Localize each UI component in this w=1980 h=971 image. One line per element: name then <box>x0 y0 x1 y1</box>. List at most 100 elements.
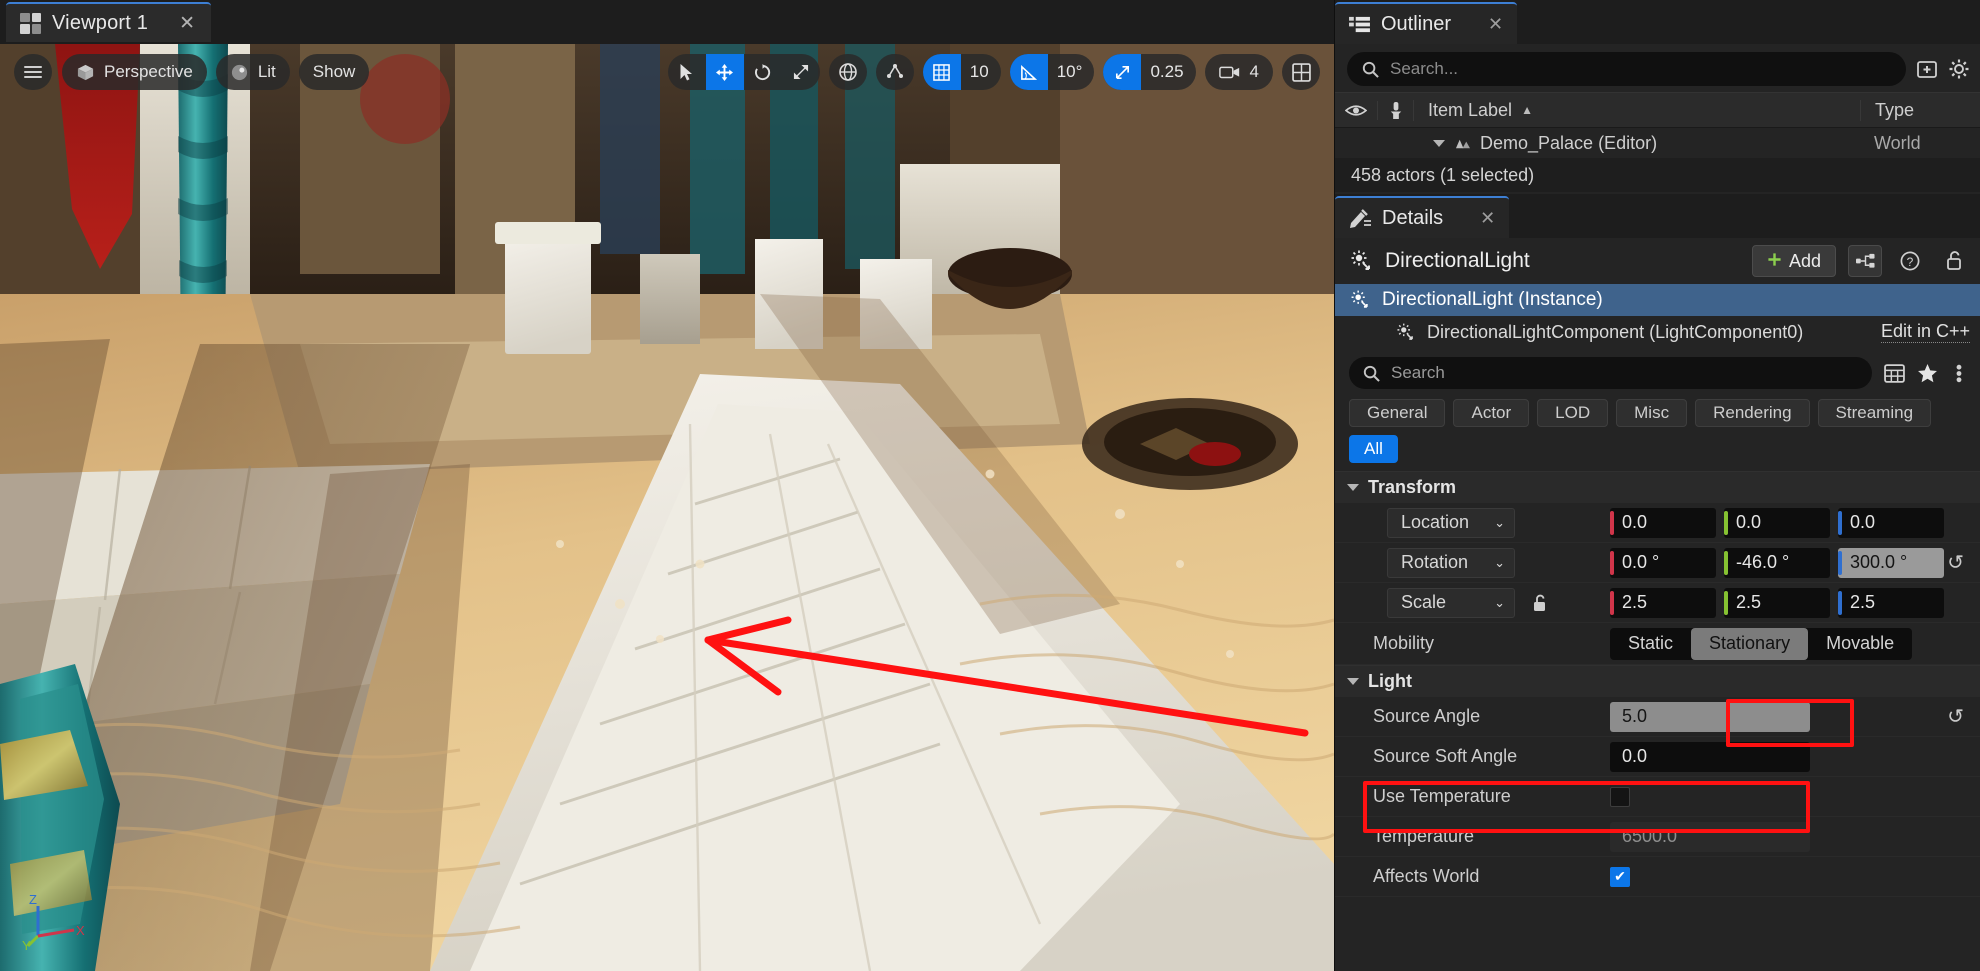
details-search-placeholder: Search <box>1391 363 1445 382</box>
filter-chip-streaming[interactable]: Streaming <box>1817 399 1932 427</box>
expand-caret-icon[interactable] <box>1433 139 1445 147</box>
property-row-location: Location ⌄ 0.0 0.0 0.0 <box>1335 503 1980 543</box>
rotation-vector: 0.0 ° -46.0 ° 300.0 ° <box>1610 547 1944 578</box>
edit-in-cpp-link[interactable]: Edit in C++ <box>1880 321 1970 343</box>
filter-chip-all[interactable]: All <box>1349 435 1398 463</box>
viewport-layout-icon <box>1291 62 1311 82</box>
scale-x-input[interactable]: 2.5 <box>1610 587 1716 618</box>
scale-snap-value[interactable]: 0.25 <box>1141 54 1195 90</box>
rotation-x-input[interactable]: 0.0 ° <box>1610 547 1716 578</box>
view-mode-button[interactable]: Lit <box>215 54 290 90</box>
scale-snap-icon[interactable] <box>1103 54 1142 90</box>
filter-chip-rendering[interactable]: Rendering <box>1695 399 1810 427</box>
source-angle-label: Source Angle <box>1373 706 1481 726</box>
column-item-label[interactable]: Item Label ▲ <box>1413 99 1860 121</box>
filter-chip-lod[interactable]: LOD <box>1537 399 1609 427</box>
outliner-tab-label: Outliner <box>1381 12 1452 35</box>
settings-filter-icon[interactable] <box>1950 363 1968 384</box>
source-angle-input[interactable]: 5.0 <box>1610 701 1810 732</box>
component-row-light-component[interactable]: DirectionalLightComponent (LightComponen… <box>1335 316 1980 348</box>
property-list: Transform Location ⌄ 0.0 0.0 0.0 Rotatio… <box>1335 471 1980 971</box>
blueprint-graph-icon[interactable] <box>1848 245 1882 277</box>
revert-rotation-icon[interactable]: ↺ <box>1947 550 1964 575</box>
use-temperature-checkbox[interactable] <box>1610 786 1630 807</box>
viewport-tab-label: Viewport 1 <box>52 11 149 34</box>
rotation-z-input[interactable]: 300.0 ° <box>1838 547 1944 578</box>
rotation-mode-combo[interactable]: Rotation ⌄ <box>1387 547 1515 578</box>
move-icon[interactable] <box>705 54 744 90</box>
add-folder-icon[interactable] <box>1916 58 1938 80</box>
mobility-option-movable[interactable]: Movable <box>1808 628 1912 660</box>
gear-icon[interactable] <box>1948 58 1970 80</box>
mobility-option-static[interactable]: Static <box>1610 628 1691 660</box>
location-mode-combo[interactable]: Location ⌄ <box>1387 507 1515 538</box>
property-row-mobility: Mobility Static Stationary Movable <box>1335 623 1980 665</box>
section-transform[interactable]: Transform <box>1335 471 1980 503</box>
section-light[interactable]: Light <box>1335 665 1980 697</box>
scene-render <box>0 44 1334 971</box>
scale-label: Scale <box>1401 592 1447 612</box>
revert-source-angle-icon[interactable]: ↺ <box>1947 704 1964 729</box>
details-header-title: DirectionalLight <box>1385 249 1530 272</box>
affects-world-label: Affects World <box>1373 866 1480 886</box>
location-y-input[interactable]: 0.0 <box>1724 507 1830 538</box>
angle-snap-value[interactable]: 10° <box>1048 54 1095 90</box>
search-icon <box>1362 61 1379 78</box>
tab-details[interactable]: Details ✕ <box>1335 196 1510 238</box>
camera-icon <box>1218 64 1241 80</box>
close-icon[interactable]: ✕ <box>1488 14 1503 35</box>
visibility-eye-icon[interactable] <box>1335 103 1377 118</box>
angle-snap-icon[interactable] <box>1009 54 1048 90</box>
grid-snap-value[interactable]: 10 <box>961 54 1001 90</box>
component-row-instance[interactable]: DirectionalLight (Instance) <box>1335 284 1980 316</box>
close-icon[interactable]: ✕ <box>179 12 195 35</box>
surface-snap-button[interactable] <box>875 54 914 90</box>
close-icon[interactable]: ✕ <box>1480 208 1495 229</box>
column-settings-icon[interactable] <box>1884 363 1905 384</box>
location-x-input[interactable]: 0.0 <box>1610 507 1716 538</box>
affects-world-checkbox[interactable]: ✔ <box>1610 866 1630 887</box>
grid-snap-icon[interactable] <box>922 54 961 90</box>
scale-z-input[interactable]: 2.5 <box>1838 587 1944 618</box>
coordinate-space-button[interactable] <box>828 54 867 90</box>
favorites-star-icon[interactable] <box>1917 363 1938 384</box>
filter-chip-actor[interactable]: Actor <box>1453 399 1530 427</box>
mobility-option-stationary[interactable]: Stationary <box>1691 627 1809 660</box>
viewport-3d-scene[interactable] <box>0 44 1334 971</box>
add-button[interactable]: Add <box>1751 245 1836 277</box>
column-type[interactable]: Type <box>1860 99 1980 121</box>
source-soft-angle-input[interactable]: 0.0 <box>1610 741 1810 772</box>
show-menu-button[interactable]: Show <box>298 54 370 90</box>
scale-y-input[interactable]: 2.5 <box>1724 587 1830 618</box>
camera-speed-button[interactable]: 4 <box>1204 54 1273 90</box>
lock-icon[interactable] <box>1938 245 1970 277</box>
camera-mode-button[interactable]: Perspective <box>62 54 207 90</box>
tab-outliner[interactable]: Outliner ✕ <box>1335 2 1518 44</box>
property-row-rotation: Rotation ⌄ 0.0 ° -46.0 ° 300.0 ° ↺ <box>1335 543 1980 583</box>
location-z-input[interactable]: 0.0 <box>1838 507 1944 538</box>
angle-snap-group: 10° <box>1009 54 1095 90</box>
select-icon[interactable] <box>668 54 706 90</box>
property-row-affects-world: Affects World ✔ <box>1335 857 1980 897</box>
surface-snap-icon <box>885 62 905 82</box>
section-light-label: Light <box>1368 671 1412 691</box>
unlock-ratio-icon[interactable] <box>1531 593 1549 613</box>
scale-icon[interactable] <box>782 54 820 90</box>
collapse-caret-icon <box>1347 678 1359 685</box>
temperature-input[interactable]: 6500.0 <box>1610 821 1810 852</box>
pin-icon[interactable] <box>1377 100 1413 120</box>
outliner-row-world[interactable]: Demo_Palace (Editor) World <box>1335 128 1980 158</box>
filter-chip-general[interactable]: General <box>1349 399 1446 427</box>
details-search-input[interactable]: Search <box>1349 357 1872 389</box>
outliner-search-input[interactable]: Search... <box>1347 52 1906 86</box>
help-icon[interactable]: ? <box>1894 245 1926 277</box>
rotate-icon[interactable] <box>744 54 782 90</box>
tab-viewport-1[interactable]: Viewport 1 ✕ <box>6 2 212 42</box>
scale-mode-combo[interactable]: Scale ⌄ <box>1387 587 1515 618</box>
rotation-y-input[interactable]: -46.0 ° <box>1724 547 1830 578</box>
viewport-layout-button[interactable] <box>1282 54 1320 90</box>
details-panel: DirectionalLight Add ? DirectionalLight … <box>1335 238 1980 971</box>
scale-vector: 2.5 2.5 2.5 <box>1610 587 1944 618</box>
filter-chip-misc[interactable]: Misc <box>1616 399 1688 427</box>
viewport-menu-button[interactable] <box>14 54 52 90</box>
